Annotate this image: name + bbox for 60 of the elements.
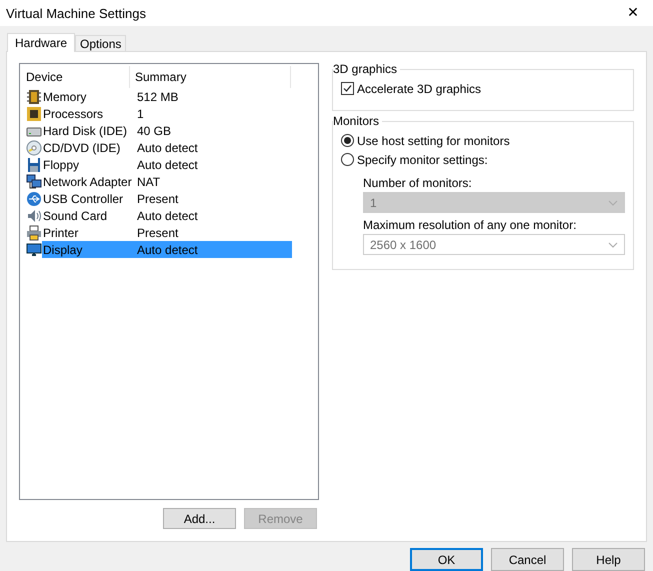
- device-name: CD/DVD (IDE): [42, 140, 122, 154]
- device-name: Display: [42, 242, 84, 256]
- device-summary: Auto detect: [136, 140, 198, 154]
- list-row[interactable]: Display Auto detect: [42, 241, 292, 258]
- device-name: USB Controller: [42, 192, 124, 206]
- usb-icon: [26, 190, 42, 206]
- speaker-icon: [26, 208, 42, 224]
- monitor-icon: [26, 242, 42, 258]
- list-row[interactable]: USB Controller Present: [42, 190, 292, 207]
- device-name: Memory: [42, 90, 88, 104]
- chevron-down-icon: [608, 242, 618, 248]
- device-name: Floppy: [42, 158, 80, 172]
- device-summary: 40 GB: [136, 124, 172, 138]
- network-computers-icon: [26, 174, 42, 190]
- chevron-down-icon: [608, 200, 618, 206]
- device-summary: Auto detect: [136, 158, 198, 172]
- processor-chip-icon: [26, 106, 42, 122]
- device-summary: Present: [136, 192, 178, 206]
- device-summary: 1: [136, 106, 144, 120]
- device-summary: Present: [136, 226, 178, 240]
- close-button[interactable]: ✕: [613, 0, 653, 26]
- list-row[interactable]: Network Adapter NAT: [42, 173, 292, 190]
- device-name: Printer: [42, 226, 80, 240]
- device-summary: Auto detect: [136, 208, 198, 222]
- checkbox-label: Accelerate 3D graphics: [357, 82, 482, 96]
- device-summary: NAT: [136, 174, 160, 188]
- printer-icon: [26, 224, 42, 240]
- device-name: Hard Disk (IDE): [42, 124, 128, 138]
- field-label: Number of monitors:: [363, 174, 473, 192]
- field-label: Maximum resolution of any one monitor:: [363, 216, 578, 234]
- radio-label: Use host setting for monitors: [357, 134, 510, 148]
- radio-button[interactable]: [341, 153, 354, 166]
- device-summary: 512 MB: [136, 90, 178, 104]
- button[interactable]: OK: [410, 548, 483, 571]
- list-row[interactable]: Floppy Auto detect: [42, 156, 292, 173]
- group-title: Monitors: [333, 114, 382, 128]
- column-header[interactable]: Summary: [130, 66, 291, 88]
- group-title: 3D graphics: [333, 62, 400, 76]
- tab[interactable]: Options: [75, 35, 126, 51]
- list-row[interactable]: Printer Present: [42, 224, 292, 241]
- device-name: Sound Card: [42, 208, 108, 222]
- memory-chip-icon: [26, 88, 42, 104]
- list-row[interactable]: Processors 1: [42, 105, 292, 122]
- radio-label: Specify monitor settings:: [357, 152, 488, 166]
- list-row[interactable]: Sound Card Auto detect: [42, 207, 292, 224]
- device-name: Processors: [42, 106, 104, 120]
- button[interactable]: Cancel: [491, 548, 564, 571]
- list-row[interactable]: Hard Disk (IDE) 40 GB: [42, 122, 292, 139]
- list-row[interactable]: Memory 512 MB: [42, 88, 292, 105]
- checkbox[interactable]: [341, 82, 354, 95]
- button[interactable]: Help: [572, 548, 645, 571]
- radio-button[interactable]: [341, 134, 354, 147]
- list-row[interactable]: CD/DVD (IDE) Auto detect: [42, 139, 292, 156]
- column-header[interactable]: Device: [21, 66, 130, 88]
- window-title: Virtual Machine Settings: [6, 6, 146, 20]
- tab[interactable]: Hardware: [7, 33, 76, 52]
- device-name: Network Adapter: [42, 174, 133, 188]
- disc-icon: [26, 140, 42, 156]
- device-summary: Auto detect: [136, 242, 198, 256]
- button[interactable]: Add...: [163, 508, 236, 529]
